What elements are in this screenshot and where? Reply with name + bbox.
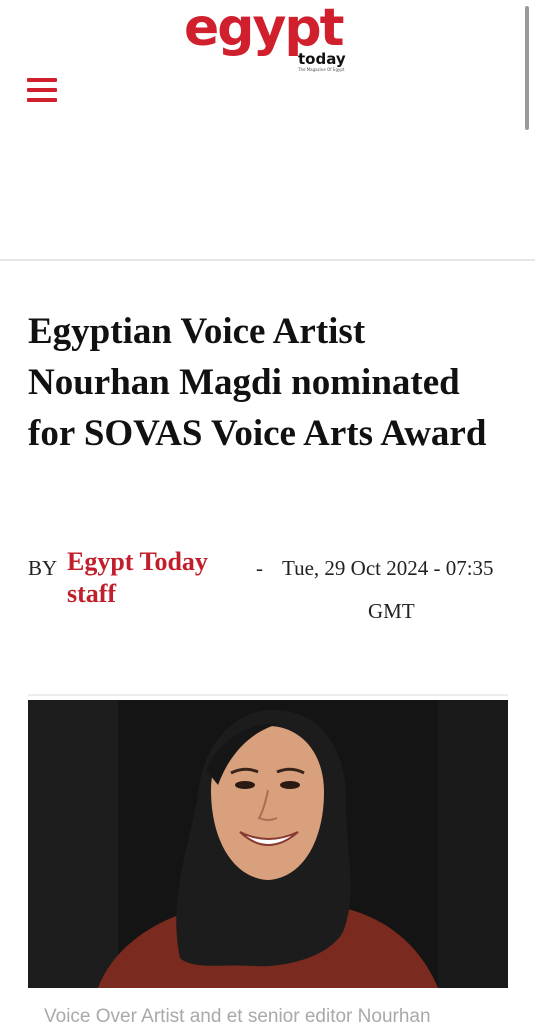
byline-prefix: BY [28, 556, 58, 580]
article-headline: Egyptian Voice Artist Nourhan Magdi nomi… [28, 311, 487, 454]
menu-line [27, 78, 57, 82]
page-scrollbar[interactable] [525, 6, 529, 130]
photo-divider [28, 694, 508, 696]
menu-line [27, 98, 57, 102]
byline-separator: - [256, 556, 263, 580]
article-photo[interactable] [28, 700, 508, 988]
portrait-illustration [98, 710, 438, 988]
photo-caption: Voice Over Artist and et senior editor N… [44, 1006, 431, 1024]
publish-timezone: GMT [368, 599, 415, 623]
author-link[interactable]: Egypt Today staff [67, 546, 247, 610]
site-header: egypt today The Magazine Of Egypt [0, 0, 535, 260]
publish-date: Tue, 29 Oct 2024 - 07:35 [282, 556, 494, 580]
hamburger-menu-icon[interactable] [27, 78, 57, 104]
menu-line [27, 88, 57, 92]
site-logo[interactable]: egypt today The Magazine Of Egypt [184, 2, 354, 74]
logo-sub-text: today [298, 50, 346, 68]
logo-tagline: The Magazine Of Egypt [298, 67, 345, 72]
header-divider [0, 259, 535, 261]
logo-main-text: egypt [184, 0, 344, 58]
